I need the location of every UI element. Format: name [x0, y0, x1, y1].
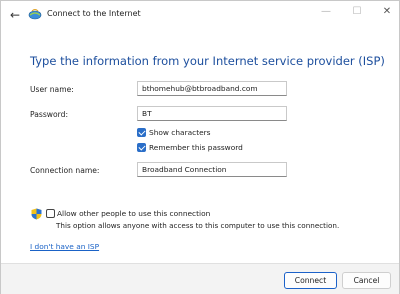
connect-button[interactable]: Connect [284, 272, 337, 289]
allow-others-note: This option allows anyone with access to… [56, 221, 340, 230]
remember-password-label: Remember this password [149, 143, 243, 152]
minimize-button[interactable]: — [317, 5, 335, 19]
user-name-input[interactable]: bthomehub@btbroadband.com [137, 81, 287, 96]
back-arrow-icon[interactable]: ← [8, 8, 22, 22]
window-title: Connect to the Internet [47, 9, 141, 18]
password-label: Password: [30, 110, 69, 119]
remember-password-checkbox[interactable] [137, 143, 146, 152]
connection-name-label: Connection name: [30, 166, 100, 175]
connect-to-internet-window: ← Connect to the Internet — ☐ ✕ Type the… [0, 0, 400, 294]
network-globe-icon [28, 9, 42, 20]
password-input[interactable]: BT [137, 106, 287, 121]
close-button[interactable]: ✕ [378, 5, 396, 19]
maximize-button[interactable]: ☐ [348, 5, 366, 19]
cancel-button[interactable]: Cancel [342, 272, 391, 289]
no-isp-link[interactable]: I don't have an ISP [30, 242, 99, 251]
allow-others-label: Allow other people to use this connectio… [57, 209, 211, 218]
user-name-label: User name: [30, 85, 74, 94]
show-characters-label: Show characters [149, 128, 211, 137]
show-characters-checkbox[interactable] [137, 128, 146, 137]
uac-shield-icon [31, 208, 42, 220]
connection-name-input[interactable]: Broadband Connection [137, 162, 287, 177]
title-bar: ← Connect to the Internet — ☐ ✕ [1, 1, 399, 29]
page-heading: Type the information from your Internet … [30, 54, 385, 68]
footer-bar: Connect Cancel [1, 263, 399, 294]
allow-others-checkbox[interactable] [46, 209, 55, 218]
